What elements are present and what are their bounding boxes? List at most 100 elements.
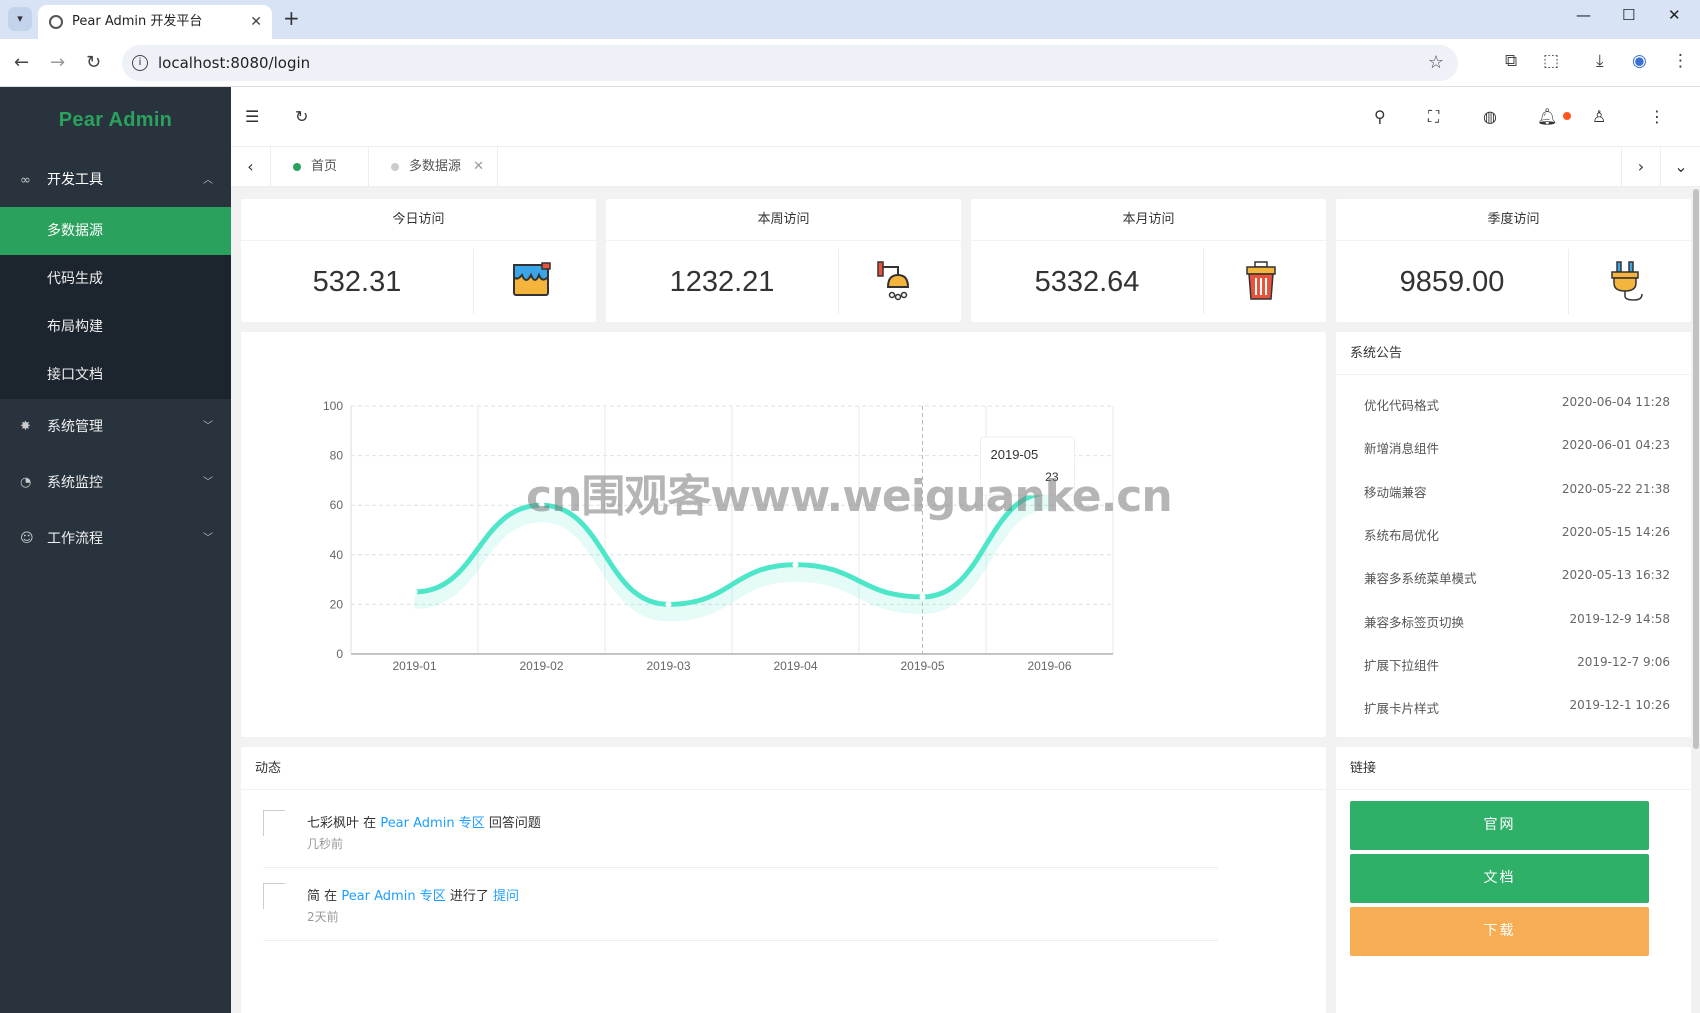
card-divider (838, 249, 839, 314)
stat-value: 532.31 (312, 266, 402, 298)
browser-menu-icon[interactable]: ⋮ (1672, 51, 1689, 71)
menu-system-admin[interactable]: ✸ 系统管理 ﹀ (0, 399, 231, 455)
activity-card: 动态 七彩枫叶 在 Pear Admin 专区 回答问题 几秒前 简 在 Pea… (241, 747, 1326, 1013)
menu-system-monitor[interactable]: ◔ 系统监控 ﹀ (0, 455, 231, 511)
menu-dev-tools-label: 开发工具 (47, 172, 103, 188)
chevron-down-icon: ﹀ (203, 533, 213, 544)
official-site-button[interactable]: 官网 (1350, 801, 1649, 850)
menu-workflow-label: 工作流程 (47, 531, 103, 547)
chevron-down-icon: ﹀ (203, 477, 213, 488)
tabs-next-icon[interactable]: › (1621, 147, 1661, 187)
download-button[interactable]: 下载 (1350, 907, 1649, 956)
address-bar[interactable]: i localhost:8080/login ☆ (122, 45, 1458, 81)
menu-dev-tools[interactable]: ∞ 开发工具 ︿ (0, 154, 231, 207)
profile-icon[interactable]: ◉ (1632, 51, 1647, 71)
activity-action: 回答问题 (488, 816, 541, 831)
stat-card-month: 本月访问 5332.64 (971, 199, 1326, 322)
y-tick-label: 80 (330, 449, 344, 463)
sidebar-item-codegen[interactable]: 代码生成 (0, 255, 231, 303)
screenshot-icon[interactable]: ⧉ (1505, 51, 1517, 71)
notice-item[interactable]: 优化代码格式 2020-06-04 11:28 (1364, 395, 1670, 414)
tab-dot (391, 163, 399, 171)
watermark: cn围观客www.weiguanke.cn (526, 471, 1173, 522)
collapse-menu-icon[interactable]: ☰ (245, 107, 259, 126)
language-icon[interactable]: ◍ (1483, 107, 1497, 126)
notice-item[interactable]: 兼容多系统菜单模式 2020-05-13 16:32 (1364, 568, 1670, 587)
forward-icon[interactable]: → (50, 52, 65, 73)
gauge-icon: ◔ (20, 475, 32, 490)
notice-item[interactable]: 系统布局优化 2020-05-15 14:26 (1364, 525, 1670, 544)
download-icon[interactable]: ⤓ (1596, 51, 1604, 71)
scrollbar[interactable] (1692, 187, 1700, 1013)
notice-time: 2019-12-1 10:26 (1569, 698, 1671, 713)
tabs-prev-icon[interactable]: ‹ (231, 147, 271, 187)
visits-chart-card: 0 20 40 60 80 100 2019-01 2019-02 2019-03 2019-04… (241, 332, 1326, 737)
menu-system-monitor-label: 系统监控 (47, 475, 103, 491)
notice-text: 系统布局优化 (1364, 527, 1440, 543)
tabs-dropdown-icon[interactable]: ⌄ (1661, 147, 1700, 187)
stat-card-week: 本周访问 1232.21 (606, 199, 961, 322)
tab-datasource[interactable]: 多数据源 ✕ (369, 147, 498, 187)
fullscreen-icon[interactable]: ⛶ (1428, 107, 1439, 127)
more-icon[interactable]: ⋮ (1649, 107, 1665, 126)
activity-zone-link[interactable]: Pear Admin 专区 (380, 816, 484, 831)
scrollbar-thumb[interactable] (1693, 189, 1699, 749)
tab-search-button[interactable]: ▾ (8, 7, 32, 31)
notice-item[interactable]: 扩展卡片样式 2019-12-1 10:26 (1364, 698, 1670, 717)
gear-icon: ✸ (20, 419, 31, 434)
sidebar-item-datasource[interactable]: 多数据源 (0, 207, 231, 255)
stat-title: 今日访问 (241, 199, 596, 241)
search-icon[interactable]: ⚲ (1374, 107, 1386, 126)
menu-workflow[interactable]: ☺ 工作流程 ﹀ (0, 511, 231, 567)
reload-icon[interactable]: ↻ (86, 52, 101, 73)
page-tabs-bar: ‹ 首页 多数据源 ✕ › ⌄ (231, 147, 1700, 187)
trash-can-icon (1246, 261, 1276, 300)
refresh-icon[interactable]: ↻ (295, 107, 308, 126)
notice-time: 2020-05-22 21:38 (1561, 481, 1670, 496)
user-icon[interactable]: ♙ (1592, 107, 1606, 126)
window-close-icon[interactable]: ✕ (1668, 6, 1681, 24)
notice-text: 扩展下拉组件 (1364, 657, 1440, 673)
bookmark-star-icon[interactable]: ☆ (1428, 45, 1444, 81)
activity-user: 七彩枫叶 (307, 816, 360, 831)
bell-icon[interactable]: 🔔︎ (1537, 107, 1557, 126)
notice-item[interactable]: 移动端兼容 2020-05-22 21:38 (1364, 482, 1670, 501)
activity-time: 几秒前 (307, 837, 344, 851)
close-tab-icon[interactable]: ✕ (250, 5, 262, 39)
sidebar-item-layout[interactable]: 布局构建 (0, 303, 231, 351)
shower-icon (877, 261, 910, 301)
browser-tab[interactable]: Pear Admin 开发平台 ✕ (38, 5, 272, 39)
close-tab-icon[interactable]: ✕ (473, 159, 484, 174)
site-info-icon[interactable]: i (132, 55, 148, 71)
notice-item[interactable]: 扩展下拉组件 2019-12-7 9:06 (1364, 655, 1670, 674)
notice-time: 2020-06-01 04:23 (1561, 438, 1670, 453)
maximize-icon[interactable]: ☐ (1622, 6, 1635, 24)
notice-text: 新增消息组件 (1364, 441, 1440, 457)
docs-button[interactable]: 文档 (1350, 854, 1649, 903)
sidebar-item-api-docs[interactable]: 接口文档 (0, 351, 231, 399)
browser-toolbar: ← → ↻ i localhost:8080/login ☆ ⧉ ⬚ ⤓ ◉ ⋮ (0, 39, 1700, 87)
stat-title: 季度访问 (1336, 199, 1691, 241)
minimize-icon[interactable]: — (1576, 6, 1591, 24)
stat-title: 本周访问 (606, 199, 961, 241)
app-header: ☰ ↻ ⚲ ⛶ ◍ 🔔︎ ♙ ⋮ (231, 87, 1700, 147)
back-icon[interactable]: ← (14, 52, 29, 73)
activity-title: 动态 (241, 747, 1326, 790)
series-point (792, 561, 799, 568)
avatar (263, 883, 285, 909)
activity-zone-link[interactable]: Pear Admin 专区 (341, 889, 445, 904)
notice-card: 系统公告 优化代码格式 2020-06-04 11:28 新增消息组件 2020-06… (1336, 332, 1691, 737)
x-tick-label: 2019-05 (900, 659, 944, 673)
extensions-icon[interactable]: ⬚ (1543, 51, 1559, 71)
activity-user: 简 (307, 889, 321, 904)
activity-item: 简 在 Pear Admin 专区 进行了 提问 (307, 885, 519, 904)
activity-extra-link[interactable]: 提问 (493, 889, 519, 904)
new-tab-button[interactable]: + (283, 6, 300, 30)
notice-item[interactable]: 新增消息组件 2020-06-01 04:23 (1364, 438, 1670, 457)
activity-divider (263, 940, 1218, 941)
notice-text: 扩展卡片样式 (1364, 701, 1440, 717)
tab-home[interactable]: 首页 (271, 147, 369, 187)
browser-tab-title: Pear Admin 开发平台 (72, 14, 203, 29)
notice-item[interactable]: 兼容多标签页切换 2019-12-9 14:58 (1364, 612, 1670, 631)
y-tick-label: 100 (323, 399, 343, 413)
